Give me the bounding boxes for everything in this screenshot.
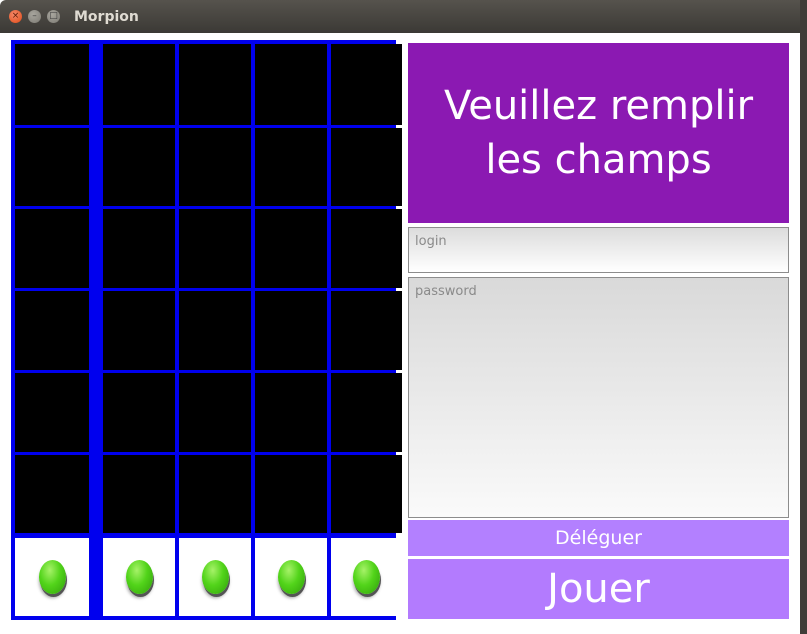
board-cell[interactable] [15,291,89,370]
drop-token-button[interactable] [103,538,175,616]
board-cell[interactable] [103,373,175,452]
board-cell[interactable] [179,209,251,288]
maximize-icon[interactable]: □ [47,10,60,23]
board-cell[interactable] [331,128,402,206]
drop-token-button[interactable] [179,538,251,616]
green-token-icon [277,560,305,594]
board-cell[interactable] [255,291,327,370]
password-placeholder: password [415,284,477,299]
board-cell[interactable] [179,455,251,533]
password-field[interactable]: password [408,277,789,518]
board-cell[interactable] [15,455,89,533]
play-button[interactable]: Jouer [408,559,789,619]
board-cell[interactable] [255,455,327,533]
board-cell[interactable] [103,291,175,370]
board-cell[interactable] [255,209,327,288]
minimize-icon[interactable]: – [28,10,41,23]
board-cell[interactable] [15,44,89,125]
game-board [11,40,402,620]
delegate-button[interactable]: Déléguer [408,520,789,556]
board-cell[interactable] [179,291,251,370]
window-title: Morpion [74,9,139,25]
board-cell[interactable] [331,373,402,452]
board-cell[interactable] [255,44,327,125]
green-token-icon [201,560,229,594]
board-cell[interactable] [15,209,89,288]
board-cell[interactable] [331,44,402,125]
board-cell[interactable] [103,44,175,125]
status-banner: Veuillez remplir les champs [408,43,789,223]
green-token-icon [125,560,153,594]
board-cell[interactable] [179,128,251,206]
green-token-icon [353,560,380,594]
green-token-icon [38,560,66,594]
close-icon[interactable]: × [9,10,22,23]
board-cell[interactable] [103,128,175,206]
login-field[interactable]: login [408,227,789,273]
board-cell[interactable] [255,373,327,452]
drop-token-button[interactable] [255,538,327,616]
login-placeholder: login [415,234,447,249]
board-cell[interactable] [179,44,251,125]
board-cell[interactable] [103,455,175,533]
board-cell[interactable] [15,373,89,452]
board-cell[interactable] [179,373,251,452]
drop-token-button[interactable] [15,538,89,616]
board-cell[interactable] [103,209,175,288]
board-cell[interactable] [331,291,402,370]
board-cell[interactable] [15,128,89,206]
title-bar: × – □ Morpion [0,0,807,33]
drop-token-button[interactable] [331,538,402,616]
window-edge [800,0,807,634]
board-cell[interactable] [255,128,327,206]
board-cell[interactable] [331,455,402,533]
board-cell[interactable] [331,209,402,288]
